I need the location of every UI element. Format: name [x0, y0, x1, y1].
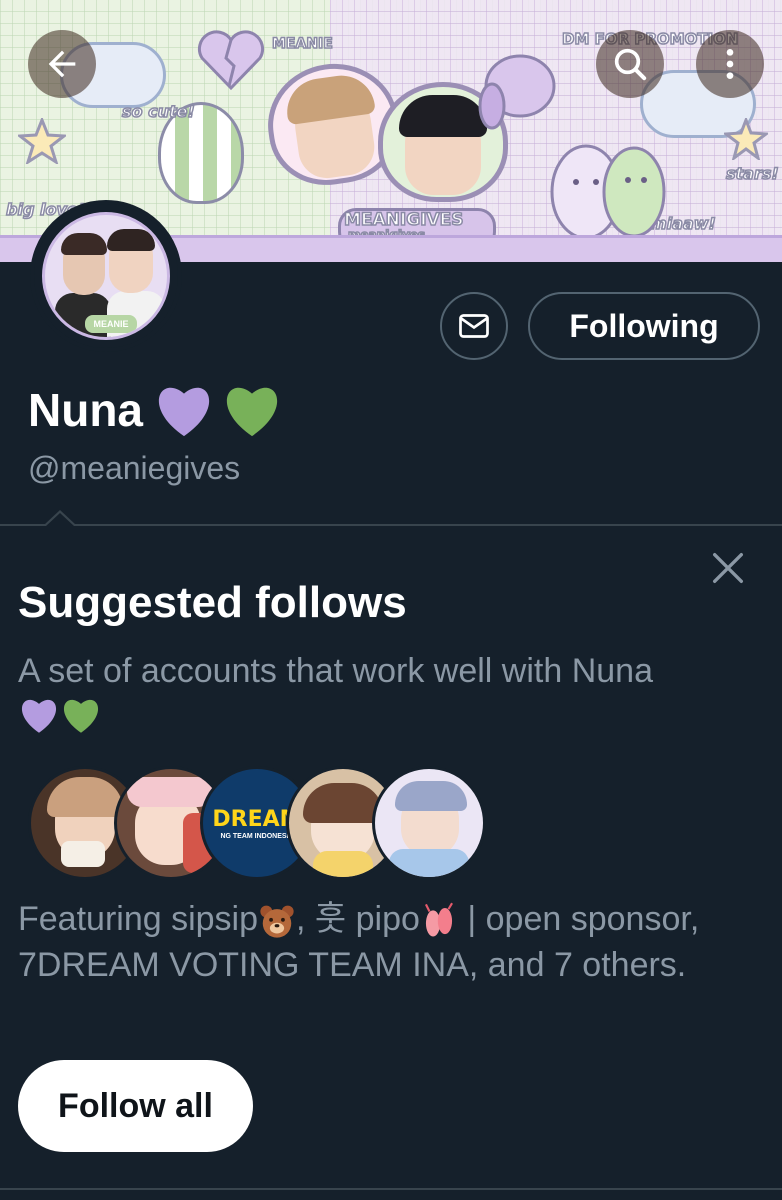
purple-heart-icon: [21, 699, 57, 733]
purple-heart-icon: [158, 387, 210, 437]
sticker-so-cute: so cute!: [121, 101, 195, 122]
bear-icon: [260, 905, 294, 938]
more-vertical-icon: [726, 49, 734, 79]
close-icon: [713, 553, 743, 583]
profile-display-name: Nuna: [28, 382, 283, 438]
close-suggestions-button[interactable]: [700, 540, 756, 596]
suggested-featuring-text: Featuring sipsip , 훗 pipo | open sponsor…: [18, 900, 700, 984]
suggested-avatars-row[interactable]: DREAM NG TEAM INDONESIA: [28, 766, 488, 880]
green-heart-icon: [226, 387, 278, 437]
following-button[interactable]: Following: [528, 292, 760, 360]
profile-handle: @meaniegives: [28, 450, 241, 486]
dog-sticker-icon: [478, 54, 556, 130]
section-divider: [0, 524, 782, 526]
sticker-meanigives: MEANIGIVES: [343, 209, 464, 231]
suggested-follows-title: Suggested follows: [18, 578, 407, 627]
message-button[interactable]: [440, 292, 508, 360]
suggested-follows-description: A set of accounts that work well with Nu…: [18, 650, 748, 734]
avatar-tag: MEANIE: [85, 315, 137, 333]
back-button[interactable]: [28, 30, 96, 98]
profile-avatar[interactable]: MEANIE: [30, 200, 182, 352]
mail-icon: [459, 314, 489, 338]
broken-heart-sticker-icon: [197, 30, 265, 91]
more-options-button[interactable]: [696, 30, 764, 98]
star-sticker-icon: [724, 118, 768, 160]
back-arrow-icon: [48, 50, 76, 78]
display-name-text: Nuna: [28, 384, 143, 436]
search-icon: [614, 48, 647, 81]
search-button[interactable]: [596, 30, 664, 98]
ballet-shoes-icon: [424, 902, 453, 937]
green-heart-icon: [63, 699, 99, 733]
follow-all-button[interactable]: Follow all: [18, 1060, 253, 1152]
star-sticker-icon: [18, 118, 66, 164]
bottom-divider: [0, 1188, 782, 1190]
suggested-avatar: [372, 766, 486, 880]
cats-sticker-icon: [550, 144, 666, 240]
avatar-image: MEANIE: [42, 212, 170, 340]
sticker-stars: stars!: [725, 163, 779, 184]
sticker-meanie: MEANIE: [271, 35, 333, 53]
